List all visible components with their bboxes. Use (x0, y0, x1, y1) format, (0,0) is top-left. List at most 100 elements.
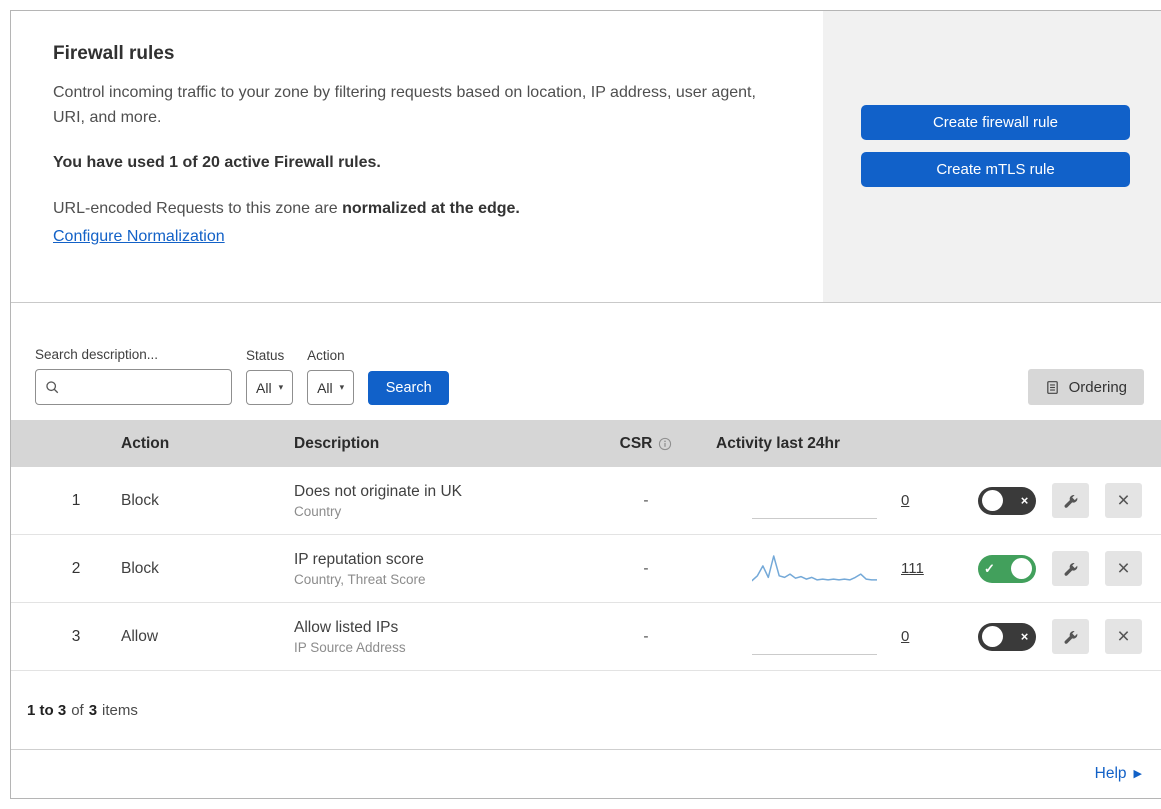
pagination-summary: 1 to 3 of 3 items (11, 671, 1161, 749)
activity-sparkline (752, 554, 877, 581)
pagination-of: of (71, 701, 84, 719)
pagination-range: 1 to 3 (27, 701, 67, 719)
rule-description: IP reputation score (294, 550, 424, 568)
rule-description-cell: Allow listed IPs IP Source Address (276, 619, 586, 655)
action-filter-group: Action All ▾ (307, 348, 355, 405)
rule-action: Block (121, 559, 159, 577)
pagination-items: items (102, 701, 138, 719)
activity-column-header: Activity last 24hr (716, 434, 841, 452)
rule-description: Does not originate in UK (294, 482, 463, 500)
rule-description: Allow listed IPs (294, 618, 399, 636)
activity-count-link[interactable]: 0 (901, 628, 909, 645)
rule-priority: 3 (71, 627, 81, 645)
actions-panel: Create firewall rule Create mTLS rule (823, 11, 1161, 302)
chevron-right-icon: ▶ (1133, 767, 1142, 780)
delete-rule-button[interactable]: × (1105, 619, 1142, 654)
rule-activity-cell: 0 (706, 467, 941, 534)
rule-enabled-toggle[interactable]: ✓ × (978, 554, 1036, 583)
firewall-rule-row: 2 Block IP reputation score Country, Thr… (11, 535, 1161, 603)
close-icon: × (1117, 625, 1130, 648)
rule-action: Allow (121, 627, 159, 645)
search-button[interactable]: Search (368, 371, 450, 405)
wrench-icon (1063, 561, 1079, 577)
rule-action: Block (121, 491, 159, 509)
page-title: Firewall rules (53, 43, 175, 64)
action-filter-value: All (317, 379, 333, 396)
create-mtls-rule-button[interactable]: Create mTLS rule (861, 152, 1130, 187)
activity-flat-line (752, 518, 877, 519)
action-filter-label: Action (307, 348, 345, 363)
filter-controls: Search description... Status All ▾ Actio… (35, 347, 450, 405)
rule-fields: Country (294, 503, 342, 519)
rule-description-cell: IP reputation score Country, Threat Scor… (276, 551, 586, 587)
action-filter-dropdown[interactable]: All ▾ (307, 370, 355, 405)
csr-column-header-label: CSR (619, 434, 653, 452)
normalization-note-bold: normalized at the edge. (342, 200, 520, 217)
rule-controls: ✓ × × (941, 619, 1161, 654)
create-firewall-rule-button[interactable]: Create firewall rule (861, 105, 1130, 140)
normalization-note-text: URL-encoded Requests to this zone are (53, 200, 338, 217)
activity-flat-line (752, 654, 877, 655)
info-icon[interactable] (658, 437, 672, 451)
rule-activity-cell: 111 (706, 535, 941, 602)
check-icon: ✓ (984, 561, 995, 576)
rule-activity-cell: 0 (706, 603, 941, 670)
edit-rule-button[interactable] (1052, 551, 1089, 586)
ordering-button[interactable]: Ordering (1027, 369, 1144, 405)
pagination-total: 3 (88, 701, 98, 719)
rule-enabled-toggle[interactable]: ✓ × (978, 622, 1036, 651)
page-header-section: Firewall rules Control incoming traffic … (11, 11, 1161, 303)
edit-rule-button[interactable] (1052, 483, 1089, 518)
rule-priority: 2 (71, 559, 81, 577)
delete-rule-button[interactable]: × (1105, 483, 1142, 518)
close-icon: × (1117, 557, 1130, 580)
rule-csr-value: - (643, 559, 649, 577)
configure-normalization-link[interactable]: Configure Normalization (53, 228, 225, 245)
ordering-button-label: Ordering (1068, 378, 1127, 396)
list-icon (1045, 380, 1060, 395)
x-icon: × (1020, 493, 1029, 508)
firewall-rule-row: 1 Block Does not originate in UK Country… (11, 467, 1161, 535)
csr-column-header: CSR (586, 435, 706, 453)
search-label: Search description... (35, 347, 159, 362)
x-icon: × (1020, 629, 1029, 644)
rule-csr-value: - (643, 491, 649, 509)
wrench-icon (1063, 493, 1079, 509)
help-link[interactable]: Help ▶ (1095, 765, 1142, 783)
close-icon: × (1117, 489, 1130, 512)
rule-controls: ✓ × × (941, 483, 1161, 518)
firewall-rules-page: Firewall rules Control incoming traffic … (10, 10, 1161, 799)
chevron-down-icon: ▾ (278, 382, 284, 392)
rule-description-cell: Does not originate in UK Country (276, 483, 586, 519)
page-header-text: Firewall rules Control incoming traffic … (11, 11, 823, 302)
page-description: Control incoming traffic to your zone by… (53, 84, 756, 126)
search-icon (45, 380, 60, 395)
status-filter-group: Status All ▾ (246, 348, 294, 405)
activity-count-link[interactable]: 0 (901, 492, 909, 509)
toggle-knob (982, 626, 1003, 647)
rule-controls: ✓ × × (941, 551, 1161, 586)
edit-rule-button[interactable] (1052, 619, 1089, 654)
help-link-label: Help (1094, 765, 1127, 782)
delete-rule-button[interactable]: × (1105, 551, 1142, 586)
usage-summary: You have used 1 of 20 active Firewall ru… (53, 154, 381, 171)
description-column-header: Description (294, 434, 380, 452)
rule-fields: IP Source Address (294, 639, 406, 655)
wrench-icon (1063, 629, 1079, 645)
rule-fields: Country, Threat Score (294, 571, 426, 587)
toggle-knob (1011, 558, 1032, 579)
activity-count-link[interactable]: 111 (901, 560, 924, 577)
toggle-knob (982, 490, 1003, 511)
table-header-row: Action Description CSR Activity last 24h… (11, 420, 1161, 467)
status-filter-value: All (256, 379, 272, 396)
rule-enabled-toggle[interactable]: ✓ × (978, 486, 1036, 515)
status-filter-dropdown[interactable]: All ▾ (246, 370, 294, 405)
search-input[interactable] (66, 378, 222, 396)
search-group: Search description... (35, 347, 232, 405)
status-filter-label: Status (246, 348, 285, 363)
filter-bar: Search description... Status All ▾ Actio… (11, 303, 1161, 420)
normalization-note: URL-encoded Requests to this zone are no… (53, 200, 781, 218)
chevron-down-icon: ▾ (339, 382, 345, 392)
action-column-header: Action (121, 434, 170, 452)
firewall-rule-row: 3 Allow Allow listed IPs IP Source Addre… (11, 603, 1161, 671)
